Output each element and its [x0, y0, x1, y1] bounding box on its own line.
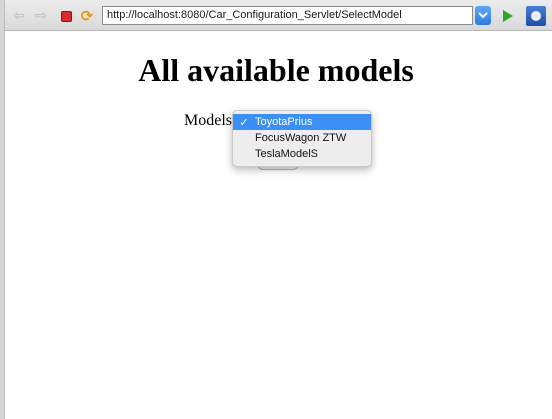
option-label: FocusWagon ZTW	[255, 132, 347, 144]
forward-arrow-icon[interactable]: ⇨	[32, 7, 50, 25]
option-toyotaprius[interactable]: ✓ ToyotaPrius	[233, 114, 371, 130]
stop-icon[interactable]	[57, 7, 75, 25]
chevron-down-icon[interactable]	[475, 6, 491, 25]
models-label: Models	[184, 112, 232, 129]
option-focuswagon-ztw[interactable]: FocusWagon ZTW	[233, 130, 371, 146]
checkmark-icon: ✓	[239, 115, 249, 129]
address-bar[interactable]: http://localhost:8080/Car_Configuration_…	[102, 6, 473, 25]
option-teslamodels[interactable]: TeslaModelS	[233, 146, 371, 162]
eclipse-icon[interactable]	[526, 6, 546, 26]
refresh-icon[interactable]: ⟳	[78, 7, 96, 25]
browser-toolbar: ⇦ ⇨ ⟳ http://localhost:8080/Car_Configur…	[5, 0, 552, 31]
models-select-menu[interactable]: ✓ ToyotaPrius FocusWagon ZTW TeslaModelS	[232, 110, 372, 167]
page-title: All available models	[138, 52, 414, 88]
go-arrow-icon[interactable]	[499, 7, 517, 25]
option-label: TeslaModelS	[255, 148, 318, 160]
option-label: ToyotaPrius	[255, 116, 313, 128]
back-arrow-icon[interactable]: ⇦	[10, 7, 28, 25]
address-bar-url: http://localhost:8080/Car_Configuration_…	[107, 9, 402, 21]
